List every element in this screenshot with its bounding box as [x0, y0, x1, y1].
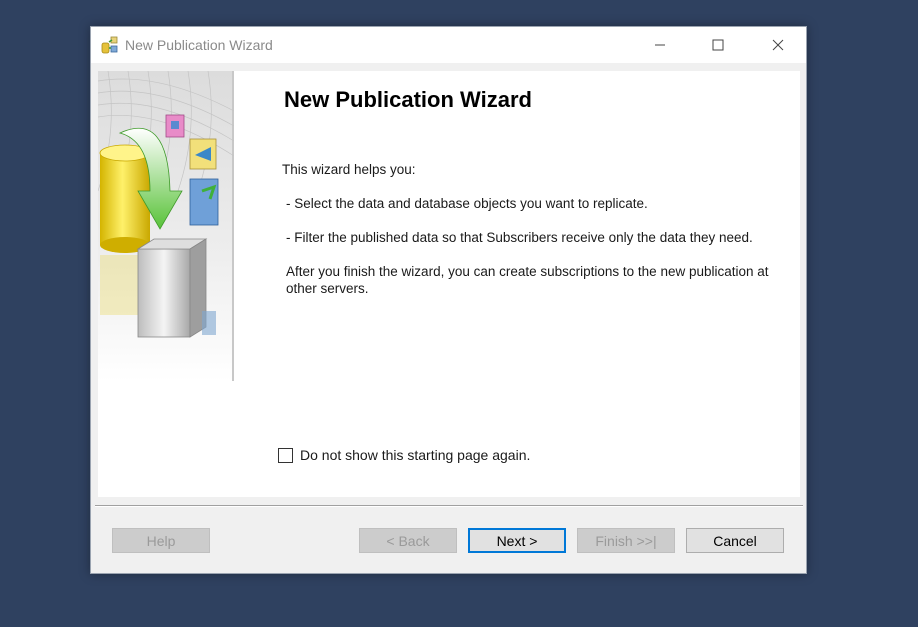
close-button[interactable]	[755, 27, 801, 63]
after-finish-text: After you finish the wizard, you can cre…	[286, 264, 769, 296]
footer-separator	[95, 505, 803, 507]
wizard-content-panel: New Publication Wizard This wizard helps…	[98, 71, 800, 497]
bullet-select-data: - Select the data and database objects y…	[286, 196, 648, 211]
dont-show-again-checkbox[interactable]	[278, 447, 293, 463]
cancel-button[interactable]: Cancel	[686, 528, 784, 553]
intro-text: This wizard helps you:	[282, 162, 416, 177]
dont-show-again-label[interactable]: Do not show this starting page again.	[300, 447, 530, 463]
page-heading: New Publication Wizard	[284, 87, 532, 112]
publication-wizard-icon	[101, 36, 118, 54]
wizard-description: This wizard helps you: - Select the data…	[282, 161, 787, 314]
next-button[interactable]: Next >	[468, 528, 566, 553]
finish-button[interactable]: Finish >>|	[577, 528, 675, 553]
bullet-filter-data: - Filter the published data so that Subs…	[286, 230, 753, 245]
window-title: New Publication Wizard	[125, 37, 273, 53]
help-button[interactable]: Help	[112, 528, 210, 553]
maximize-button[interactable]	[695, 27, 741, 63]
title-bar[interactable]: New Publication Wizard	[91, 27, 806, 63]
dont-show-again-row[interactable]: Do not show this starting page again.	[278, 447, 530, 463]
minimize-button[interactable]	[637, 27, 683, 63]
close-icon	[772, 39, 784, 51]
wizard-window: New Publication Wizard New Publication W…	[90, 26, 807, 574]
minimize-icon	[655, 44, 665, 46]
maximize-icon	[712, 39, 724, 51]
back-button[interactable]: < Back	[359, 528, 457, 553]
replication-illustration	[98, 71, 234, 381]
